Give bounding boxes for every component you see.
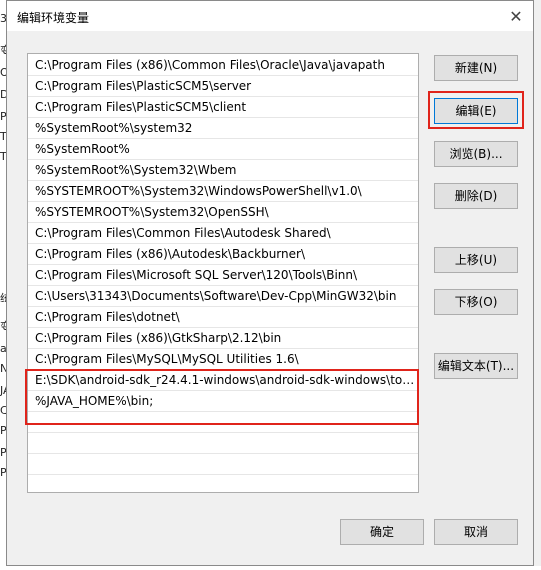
path-list-item[interactable]: E:\SDK\android-sdk_r24.4.1-windows\andro… (28, 370, 418, 391)
edit-button[interactable]: 编辑(E) (434, 98, 518, 124)
path-list-item[interactable]: C:\Program Files\Common Files\Autodesk S… (28, 223, 418, 244)
path-list-item[interactable]: C:\Program Files (x86)\GtkSharp\2.12\bin (28, 328, 418, 349)
new-button[interactable]: 新建(N) (434, 55, 518, 81)
path-list-item[interactable]: %JAVA_HOME%\bin; (28, 391, 418, 412)
delete-button[interactable]: 删除(D) (434, 183, 518, 209)
path-list-item[interactable]: %SYSTEMROOT%\System32\OpenSSH\ (28, 202, 418, 223)
path-list-item[interactable]: %SystemRoot% (28, 139, 418, 160)
path-list-item[interactable]: %SystemRoot%\System32\Wbem (28, 160, 418, 181)
empty-list-row (28, 433, 418, 454)
title-bar: 编辑环境变量 ✕ (7, 1, 533, 31)
path-list-item[interactable]: %SystemRoot%\system32 (28, 118, 418, 139)
empty-list-row (28, 475, 418, 492)
path-list-item[interactable]: %SYSTEMROOT%\System32\WindowsPowerShell\… (28, 181, 418, 202)
path-list-item[interactable]: C:\Program Files (x86)\Common Files\Orac… (28, 55, 418, 76)
path-list-item[interactable]: C:\Program Files (x86)\Autodesk\Backburn… (28, 244, 418, 265)
path-list-item[interactable]: C:\Users\31343\Documents\Software\Dev-Cp… (28, 286, 418, 307)
path-list-item[interactable]: C:\Program Files\PlasticSCM5\server (28, 76, 418, 97)
empty-list-row (28, 412, 418, 433)
path-list[interactable]: C:\Program Files (x86)\Common Files\Orac… (27, 53, 419, 493)
ok-button[interactable]: 确定 (340, 519, 424, 545)
path-list-item[interactable]: C:\Program Files\Microsoft SQL Server\12… (28, 265, 418, 286)
cancel-button[interactable]: 取消 (434, 519, 518, 545)
empty-list-row (28, 454, 418, 475)
move-down-button[interactable]: 下移(O) (434, 289, 518, 315)
close-button[interactable]: ✕ (505, 5, 527, 27)
edit-text-button[interactable]: 编辑文本(T)... (434, 353, 518, 379)
edit-env-variable-dialog: 编辑环境变量 ✕ C:\Program Files (x86)\Common F… (6, 0, 534, 566)
browse-button[interactable]: 浏览(B)... (434, 141, 518, 167)
path-list-item[interactable]: C:\Program Files\dotnet\ (28, 307, 418, 328)
move-up-button[interactable]: 上移(U) (434, 247, 518, 273)
path-list-item[interactable]: C:\Program Files\PlasticSCM5\client (28, 97, 418, 118)
background-window-bottom (0, 566, 541, 570)
dialog-title: 编辑环境变量 (17, 11, 90, 25)
path-list-item[interactable]: C:\Program Files\MySQL\MySQL Utilities 1… (28, 349, 418, 370)
close-icon: ✕ (509, 6, 523, 26)
